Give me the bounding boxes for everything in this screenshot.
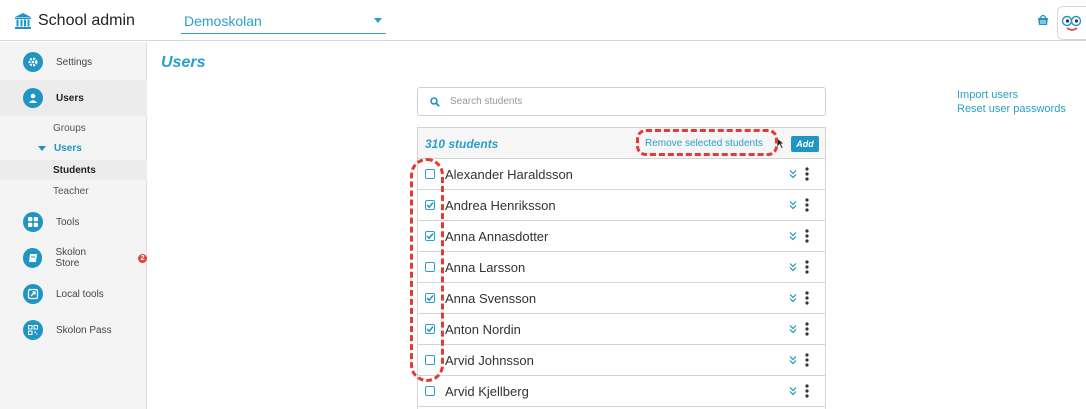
sidebar-item-label: Users — [56, 92, 84, 104]
brand[interactable]: School admin — [14, 10, 135, 32]
more-options-icon[interactable] — [805, 353, 809, 367]
sidebar-item-skolon-store[interactable]: Skolon Store 2 — [0, 240, 147, 276]
student-checkbox[interactable] — [425, 355, 435, 365]
app-title: School admin — [38, 12, 135, 29]
page-title: Users — [161, 54, 206, 71]
chevron-down-icon — [374, 18, 382, 23]
sidebar-subitem-groups[interactable]: Groups — [0, 118, 147, 138]
checkmark-icon — [426, 233, 434, 240]
top-bar: School admin Demoskolan — [0, 0, 1086, 41]
student-row[interactable]: Alexander Haraldsson — [418, 159, 825, 190]
gear-icon — [23, 52, 43, 72]
student-checkbox[interactable] — [425, 200, 435, 210]
student-rows: Alexander Haraldsson Andrea Henriksson Ann… — [418, 159, 825, 407]
store-icon — [23, 248, 43, 268]
qr-code-icon — [23, 320, 43, 340]
checkmark-icon — [426, 295, 434, 302]
student-name: Andrea Henriksson — [445, 198, 556, 213]
import-users-link[interactable]: Import users — [957, 88, 1066, 102]
school-selector[interactable]: Demoskolan — [181, 8, 386, 34]
expand-double-chevron-icon[interactable] — [788, 293, 798, 303]
sidebar-item-label: Skolon Store — [55, 247, 87, 269]
checkmark-icon — [426, 326, 434, 333]
more-options-icon[interactable] — [805, 167, 809, 181]
remove-selected-students-link[interactable]: Remove selected students — [645, 138, 763, 149]
more-options-icon[interactable] — [805, 260, 809, 274]
cursor-pointer-icon — [776, 137, 785, 149]
student-name: Anna Larsson — [445, 260, 526, 275]
student-row[interactable]: Anton Nordin — [418, 314, 825, 345]
student-row[interactable]: Andrea Henriksson — [418, 190, 825, 221]
student-row[interactable]: Anna Svensson — [418, 283, 825, 314]
search-box[interactable] — [417, 87, 826, 116]
more-options-icon[interactable] — [805, 322, 809, 336]
search-icon — [430, 96, 440, 107]
sidebar-item-label: Settings — [56, 56, 93, 68]
school-selector-value: Demoskolan — [184, 12, 262, 29]
list-header: 310 students Remove selected students Ad… — [418, 128, 825, 159]
assistant-mascot-button[interactable] — [1057, 6, 1086, 40]
student-row[interactable]: Anna Annasdotter — [418, 221, 825, 252]
sidebar-item-users[interactable]: Users — [0, 80, 147, 116]
sidebar-item-tools[interactable]: Tools — [0, 204, 147, 240]
student-checkbox[interactable] — [425, 231, 435, 241]
more-options-icon[interactable] — [805, 291, 809, 305]
sidebar-item-label: Skolon Pass — [56, 324, 112, 336]
student-row[interactable]: Arvid Kjellberg — [418, 376, 825, 407]
more-options-icon[interactable] — [805, 229, 809, 243]
user-icon — [23, 88, 43, 108]
student-checkbox[interactable] — [425, 262, 435, 272]
expand-double-chevron-icon[interactable] — [788, 169, 798, 179]
mascot-face-icon — [1061, 15, 1082, 31]
student-count: 310 students — [425, 137, 499, 151]
triangle-down-icon — [38, 145, 46, 151]
student-name: Anna Annasdotter — [445, 229, 549, 244]
more-options-icon[interactable] — [805, 384, 809, 398]
user-actions-links: Import users Reset user passwords — [957, 88, 1066, 116]
student-row[interactable]: Anna Larsson — [418, 252, 825, 283]
external-link-icon — [23, 284, 43, 304]
student-name: Alexander Haraldsson — [445, 167, 573, 182]
expand-double-chevron-icon[interactable] — [788, 231, 798, 241]
sidebar-item-skolon-pass[interactable]: Skolon Pass — [0, 312, 147, 348]
sidebar-subitem-users[interactable]: Users — [0, 138, 147, 158]
grid-icon — [23, 212, 43, 232]
add-student-button[interactable]: Add — [791, 136, 819, 152]
sidebar-item-label: Local tools — [56, 288, 104, 300]
student-name: Arvid Johnsson — [445, 353, 534, 368]
student-checkbox[interactable] — [425, 293, 435, 303]
reset-passwords-link[interactable]: Reset user passwords — [957, 102, 1066, 116]
sidebar-item-settings[interactable]: Settings — [0, 44, 147, 80]
student-name: Anna Svensson — [445, 291, 537, 306]
student-row[interactable]: Arvid Johnsson — [418, 345, 825, 376]
checkmark-icon — [426, 202, 434, 209]
expand-double-chevron-icon[interactable] — [788, 324, 798, 334]
basket-icon[interactable] — [1036, 13, 1050, 27]
sidebar-subitem-students[interactable]: Students — [0, 160, 147, 180]
more-options-icon[interactable] — [805, 198, 809, 212]
school-building-icon — [15, 13, 31, 29]
expand-double-chevron-icon[interactable] — [788, 386, 798, 396]
expand-double-chevron-icon[interactable] — [788, 355, 798, 365]
sidebar-item-local-tools[interactable]: Local tools — [0, 276, 147, 312]
search-input[interactable] — [450, 96, 790, 107]
student-checkbox[interactable] — [425, 386, 435, 396]
notification-badge: 2 — [138, 253, 147, 263]
student-name: Arvid Kjellberg — [445, 384, 529, 399]
students-list: 310 students Remove selected students Ad… — [417, 127, 826, 409]
student-checkbox[interactable] — [425, 324, 435, 334]
sidebar-subitem-teacher[interactable]: Teacher — [0, 181, 147, 201]
sidebar-subitem-label: Users — [54, 142, 82, 154]
expand-double-chevron-icon[interactable] — [788, 262, 798, 272]
sidebar: Settings Users Groups Users Students Tea… — [0, 42, 147, 409]
student-name: Anton Nordin — [445, 322, 521, 337]
expand-double-chevron-icon[interactable] — [788, 200, 798, 210]
sidebar-item-label: Tools — [56, 216, 80, 228]
student-checkbox[interactable] — [425, 169, 435, 179]
